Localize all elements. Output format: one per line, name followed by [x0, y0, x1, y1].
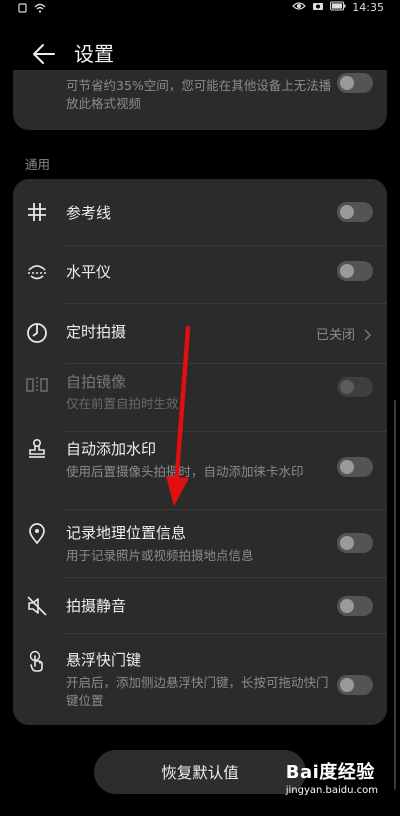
- setting-label: 参考线: [66, 204, 112, 222]
- reset-defaults-button[interactable]: 恢复默认值: [94, 750, 306, 794]
- clock-time: 14:35: [352, 0, 384, 14]
- watermark-toggle[interactable]: [337, 457, 373, 477]
- chevron-right-icon: [361, 326, 373, 341]
- setting-row-level[interactable]: 水平仪: [13, 245, 387, 303]
- section-label-general: 通用: [25, 157, 51, 172]
- sim-signal-icon: [18, 0, 28, 17]
- setting-row-timer[interactable]: 定时拍摄 已关闭: [13, 303, 387, 363]
- mute-icon: [25, 594, 49, 618]
- setting-label: 水平仪: [66, 263, 112, 281]
- level-icon: [25, 260, 49, 284]
- video-format-toggle[interactable]: [337, 73, 373, 93]
- page-title: 设置: [74, 42, 114, 66]
- battery-icon: [330, 0, 346, 14]
- setting-sub: 使用后置摄像头拍摄时，自动添加徕卡水印: [66, 464, 304, 479]
- stamp-icon: [25, 437, 49, 461]
- baidu-jingyan-watermark: Bai度经验 jingyan.baidu.com: [286, 758, 378, 796]
- mute-toggle[interactable]: [337, 596, 373, 616]
- setting-sub: 用于记录照片或视频拍摄地点信息: [66, 548, 254, 563]
- timer-icon: [25, 321, 49, 345]
- setting-label: 拍摄静音: [66, 597, 127, 615]
- location-toggle[interactable]: [337, 533, 373, 553]
- floating-shutter-toggle[interactable]: [337, 675, 373, 695]
- grid-toggle[interactable]: [337, 202, 373, 222]
- timer-value: 已关闭: [315, 328, 355, 343]
- setting-row-floating-shutter[interactable]: 悬浮快门键 开启后，添加侧边悬浮快门键，长按可拖动快门键位置: [13, 633, 387, 725]
- back-arrow-icon[interactable]: [30, 40, 58, 68]
- setting-row-selfie-mirror: 自拍镜像 仅在前置自拍时生效: [13, 363, 387, 431]
- mirror-icon: [25, 373, 49, 397]
- touch-icon: [25, 649, 49, 673]
- wifi-icon: [34, 0, 46, 17]
- setting-sub: 仅在前置自拍时生效: [66, 396, 179, 411]
- video-format-description: 可节省约35%空间，您可能在其他设备上无法播放此格式视频: [66, 78, 332, 111]
- setting-label: 自拍镜像: [66, 373, 127, 391]
- watermark-logo: Bai度经验: [285, 762, 375, 783]
- setting-label: 自动添加水印: [66, 440, 157, 458]
- general-settings-card: 参考线 水平仪 定时拍摄 已关闭 自拍镜像 仅在前置自拍时生效 自动添加水印 使…: [13, 179, 387, 725]
- setting-row-grid[interactable]: 参考线: [13, 179, 387, 245]
- setting-label: 定时拍摄: [66, 323, 127, 341]
- level-toggle[interactable]: [337, 261, 373, 281]
- video-format-card: 可节省约35%空间，您可能在其他设备上无法播放此格式视频: [13, 70, 387, 130]
- location-pin-icon: [25, 522, 49, 546]
- setting-row-mute[interactable]: 拍摄静音: [13, 577, 387, 633]
- eye-icon: [292, 1, 307, 14]
- camera-status-icon: [312, 1, 324, 14]
- setting-sub: 开启后，添加侧边悬浮快门键，长按可拖动快门键位置: [66, 675, 329, 708]
- setting-row-watermark[interactable]: 自动添加水印 使用后置摄像头拍摄时，自动添加徕卡水印: [13, 431, 387, 509]
- setting-row-location[interactable]: 记录地理位置信息 用于记录照片或视频拍摄地点信息: [13, 509, 387, 577]
- status-bar: 14:35: [0, 0, 400, 14]
- watermark-url: jingyan.baidu.com: [285, 785, 378, 796]
- grid-hash-icon: [25, 200, 49, 224]
- selfie-mirror-toggle: [337, 377, 373, 397]
- setting-label: 悬浮快门键: [66, 651, 142, 669]
- scrollbar[interactable]: [394, 400, 396, 790]
- setting-label: 记录地理位置信息: [66, 524, 187, 542]
